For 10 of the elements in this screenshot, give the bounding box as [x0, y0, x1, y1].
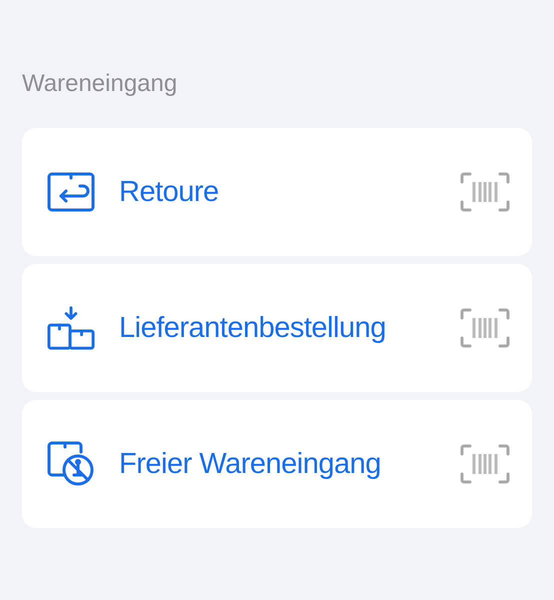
- menu-item[interactable]: Retoure: [22, 128, 532, 256]
- menu-item[interactable]: Lieferantenbestellung: [22, 264, 532, 392]
- barcode-scan-icon: [460, 444, 510, 484]
- section-title: Wareneingang: [22, 70, 178, 99]
- boxes-arrow-icon: [47, 305, 95, 351]
- return-box-icon: [47, 172, 95, 212]
- box-prohibited-icon: [47, 441, 95, 487]
- menu-item[interactable]: Freier Wareneingang: [22, 400, 532, 528]
- barcode-scan-icon: [460, 308, 510, 348]
- barcode-scan-icon: [460, 172, 510, 212]
